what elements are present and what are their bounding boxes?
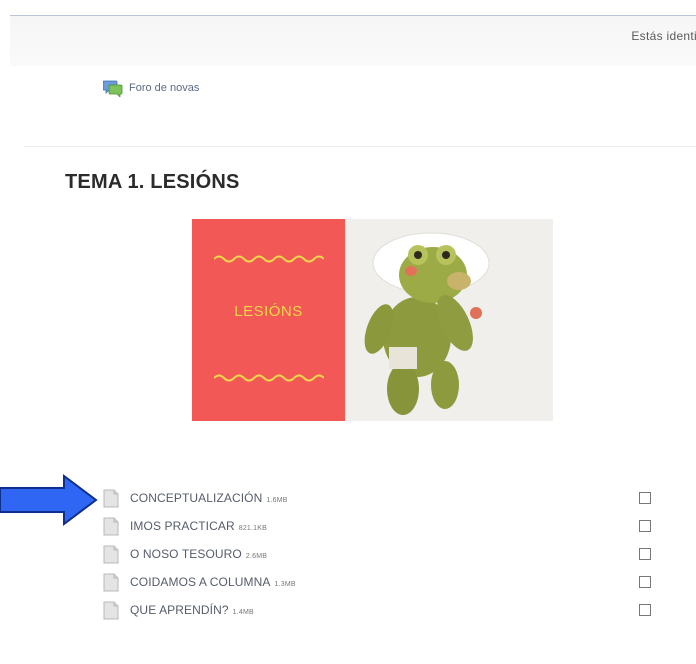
banner-text: LESIÓNS (234, 303, 303, 320)
login-info[interactable]: Estás identi (631, 29, 696, 43)
resource-link[interactable]: O NOSO TESOURO 2.6MB (130, 547, 267, 561)
file-icon (103, 545, 119, 563)
completion-checkbox[interactable] (639, 492, 651, 504)
completion-checkbox[interactable] (639, 604, 651, 616)
section-banner-image: LESIÓNS (192, 219, 553, 421)
resource-name: QUE APRENDÍN? (130, 603, 229, 617)
resource-size: 821.1KB (238, 525, 268, 532)
file-icon (103, 601, 119, 619)
completion-checkbox[interactable] (639, 548, 651, 560)
forum-chat-icon (103, 80, 123, 97)
resource-item: O NOSO TESOURO 2.6MB (100, 540, 660, 568)
resource-link[interactable]: QUE APRENDÍN? 1.4MB (130, 603, 254, 617)
frog-plush-photo (345, 219, 553, 421)
resource-name: CONCEPTUALIZACIÓN (130, 491, 263, 505)
forum-link-label: Foro de novas (129, 82, 200, 94)
banner-red-panel: LESIÓNS (192, 219, 345, 421)
completion-checkbox[interactable] (639, 576, 651, 588)
resource-item: COIDAMOS A COLUMNA 1.3MB (100, 568, 660, 596)
resource-link[interactable]: COIDAMOS A COLUMNA 1.3MB (130, 575, 296, 589)
file-icon (103, 489, 119, 507)
resource-name: O NOSO TESOURO (130, 547, 242, 561)
pointer-arrow (0, 474, 98, 526)
resource-link[interactable]: CONCEPTUALIZACIÓN 1.6MB (130, 491, 288, 505)
resource-item: QUE APRENDÍN? 1.4MB (100, 596, 660, 624)
file-icon (103, 573, 119, 591)
file-icon (103, 517, 119, 535)
completion-checkbox[interactable] (639, 520, 651, 532)
resource-list: CONCEPTUALIZACIÓN 1.6MB IMOS PRACTICAR 821… (100, 484, 660, 624)
resource-name: COIDAMOS A COLUMNA (130, 575, 271, 589)
wave-decoration-bottom (214, 374, 324, 382)
resource-size: 1.6MB (266, 497, 288, 504)
resource-item: IMOS PRACTICAR 821.1KB (100, 512, 660, 540)
wave-decoration-top (214, 255, 324, 263)
top-navbar: Estás identi (10, 15, 696, 66)
forum-link[interactable]: Foro de novas (103, 79, 199, 97)
resource-item: CONCEPTUALIZACIÓN 1.6MB (100, 484, 660, 512)
section-divider (24, 146, 696, 147)
resource-link[interactable]: IMOS PRACTICAR 821.1KB (130, 519, 267, 533)
resource-size: 2.6MB (245, 553, 268, 560)
resource-name: IMOS PRACTICAR (130, 519, 235, 533)
section-title: TEMA 1. LESIÓNS (65, 171, 240, 193)
resource-size: 1.4MB (232, 609, 254, 616)
resource-size: 1.3MB (274, 581, 296, 588)
